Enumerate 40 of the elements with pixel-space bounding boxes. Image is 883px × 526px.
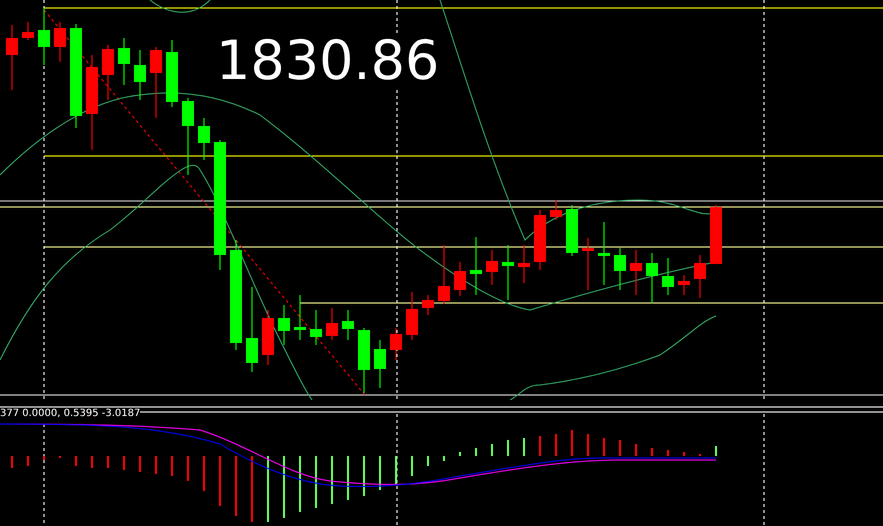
- candle: [470, 236, 482, 296]
- candle: [22, 22, 34, 40]
- candle: [390, 328, 402, 360]
- candle: [598, 222, 610, 286]
- candle: [278, 304, 290, 346]
- candle: [486, 250, 498, 286]
- candle: [662, 258, 674, 296]
- candle: [582, 238, 594, 290]
- candle: [54, 22, 66, 62]
- candle: [102, 44, 114, 100]
- candle: [406, 292, 418, 340]
- candle: [262, 310, 274, 366]
- candle: [342, 310, 354, 340]
- candle: [614, 248, 626, 290]
- candle: [710, 204, 722, 264]
- candle: [134, 50, 146, 100]
- candle: [326, 308, 338, 340]
- candle: [38, 8, 50, 66]
- candle: [150, 46, 162, 118]
- candle: [310, 310, 322, 346]
- candle: [438, 244, 450, 304]
- candle: [518, 244, 530, 284]
- candle: [502, 244, 514, 300]
- candle: [6, 24, 18, 90]
- candle: [534, 210, 546, 270]
- candle: [374, 340, 386, 388]
- candle: [630, 250, 642, 296]
- candle: [118, 38, 130, 86]
- candle: [694, 254, 706, 298]
- candle: [646, 252, 658, 304]
- indicator-legend: 377 0.0000, 0.5395 -3.0187: [0, 409, 140, 419]
- candle: [198, 118, 210, 160]
- candle: [454, 262, 466, 296]
- candle: [566, 204, 578, 256]
- candle: [358, 328, 370, 394]
- candle: [294, 294, 306, 340]
- candle: [678, 274, 690, 296]
- candle: [550, 200, 562, 220]
- candle: [166, 40, 178, 108]
- candle: [422, 294, 434, 316]
